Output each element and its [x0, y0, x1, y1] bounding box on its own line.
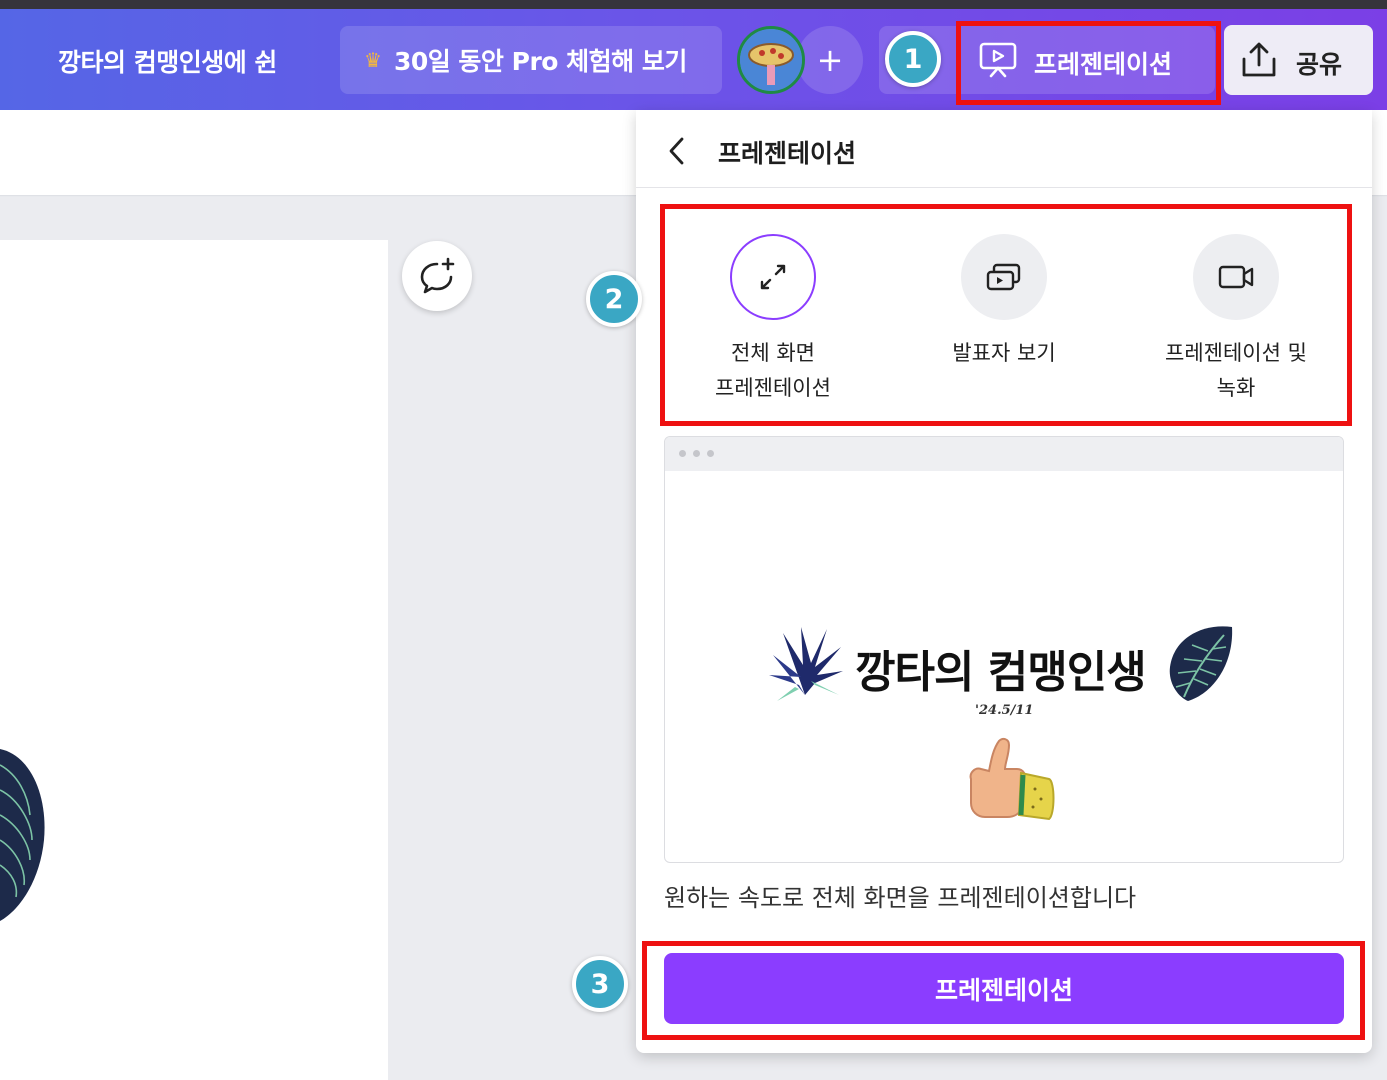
top-bar: 깡타의 컴맹인생에 쉰 ♛ 30일 동안 Pro 체험해 보기 + 프레젠테이션: [0, 9, 1387, 110]
step-badge-3: 3: [572, 956, 628, 1012]
window-dot: [693, 450, 700, 457]
share-icon: [1242, 42, 1276, 77]
add-comment-button[interactable]: [402, 241, 472, 311]
mode-presenter-view-label: 발표자 보기: [952, 341, 1056, 365]
video-camera-icon: [1193, 234, 1279, 320]
comment-add-icon: [420, 257, 455, 294]
browser-strip: [0, 0, 1387, 9]
slide-date: '24.5/11: [975, 703, 1034, 718]
mode-fullscreen[interactable]: 전체 화면 프레젠테이션: [673, 234, 873, 414]
slide-preview: 깡타의 컴맹인생 '24.5/11: [664, 436, 1344, 863]
share-button[interactable]: 공유: [1224, 25, 1373, 95]
mode-presenter-view[interactable]: 발표자 보기: [904, 234, 1104, 414]
pro-trial-button[interactable]: ♛ 30일 동안 Pro 체험해 보기: [340, 26, 722, 94]
mode-present-record[interactable]: 프레젠테이션 및 녹화: [1136, 234, 1336, 414]
add-collaborator-button[interactable]: +: [797, 26, 863, 94]
present-button[interactable]: 프레젠테이션: [664, 953, 1344, 1024]
present-top-label: 프레젠테이션: [1034, 50, 1173, 79]
slide-title: 깡타의 컴맹인생: [855, 647, 1147, 698]
leaf-illustration: [0, 749, 45, 921]
mode-present-record-label: 프레젠테이션 및 녹화: [1165, 341, 1307, 400]
leaf-illustration: [1169, 626, 1233, 701]
window-dot: [679, 450, 686, 457]
panel-header: 프레젠테이션: [636, 110, 1372, 188]
expand-icon: [730, 234, 816, 320]
crown-icon: ♛: [364, 48, 382, 72]
plant-illustration: [769, 627, 843, 701]
present-panel: 프레젠테이션 전체 화면 프레젠테이션 발표자 보기 프레젠테이션 및 녹화 깡…: [636, 110, 1372, 1053]
window-dot: [707, 450, 714, 457]
share-label: 공유: [1296, 50, 1343, 79]
avatar[interactable]: [737, 26, 805, 94]
mode-description: 원하는 속도로 전체 화면을 프레젠테이션합니다: [664, 884, 1137, 912]
mode-fullscreen-label: 전체 화면 프레젠테이션: [715, 341, 831, 400]
thumbs-up-illustration: [969, 737, 1055, 821]
design-page[interactable]: [0, 240, 388, 1080]
pro-trial-label: 30일 동안 Pro 체험해 보기: [393, 47, 687, 76]
document-title[interactable]: 깡타의 컴맹인생에 쉰: [58, 43, 277, 79]
presenter-view-icon: [961, 234, 1047, 320]
plus-icon: +: [816, 41, 844, 79]
step-badge-1: 1: [885, 31, 941, 87]
step-badge-2: 2: [586, 271, 642, 327]
panel-title: 프레젠테이션: [718, 139, 857, 168]
preview-window-bar: [665, 437, 1343, 471]
back-chevron-icon[interactable]: [662, 133, 694, 169]
presentation-icon: [979, 42, 1017, 78]
